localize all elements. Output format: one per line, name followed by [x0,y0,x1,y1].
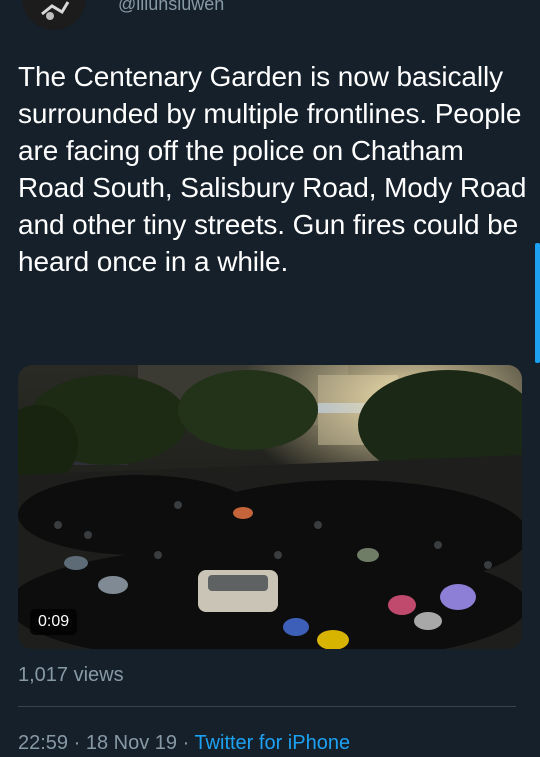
author-handle[interactable]: @lilunsiuwen [118,0,224,15]
meta-separator: · [68,732,86,754]
video-duration: 0:09 [30,609,78,635]
view-count: 1,017 views [18,664,124,686]
video-thumbnail [18,365,522,649]
tweet-source-link[interactable]: Twitter for iPhone [194,732,350,754]
video-player[interactable] [18,365,522,649]
tweet-text: The Centenary Garden is now basically su… [18,61,527,277]
avatar-image [22,0,86,30]
tweet-meta: 22:59 · 18 Nov 19 · Twitter for iPhone [18,732,350,755]
avatar[interactable] [22,0,86,30]
divider [18,706,516,707]
meta-separator: · [177,732,195,754]
tweet-time: 22:59 [18,732,69,754]
scrollbar[interactable] [535,243,540,363]
tweet-date: 18 Nov 19 [85,732,178,754]
